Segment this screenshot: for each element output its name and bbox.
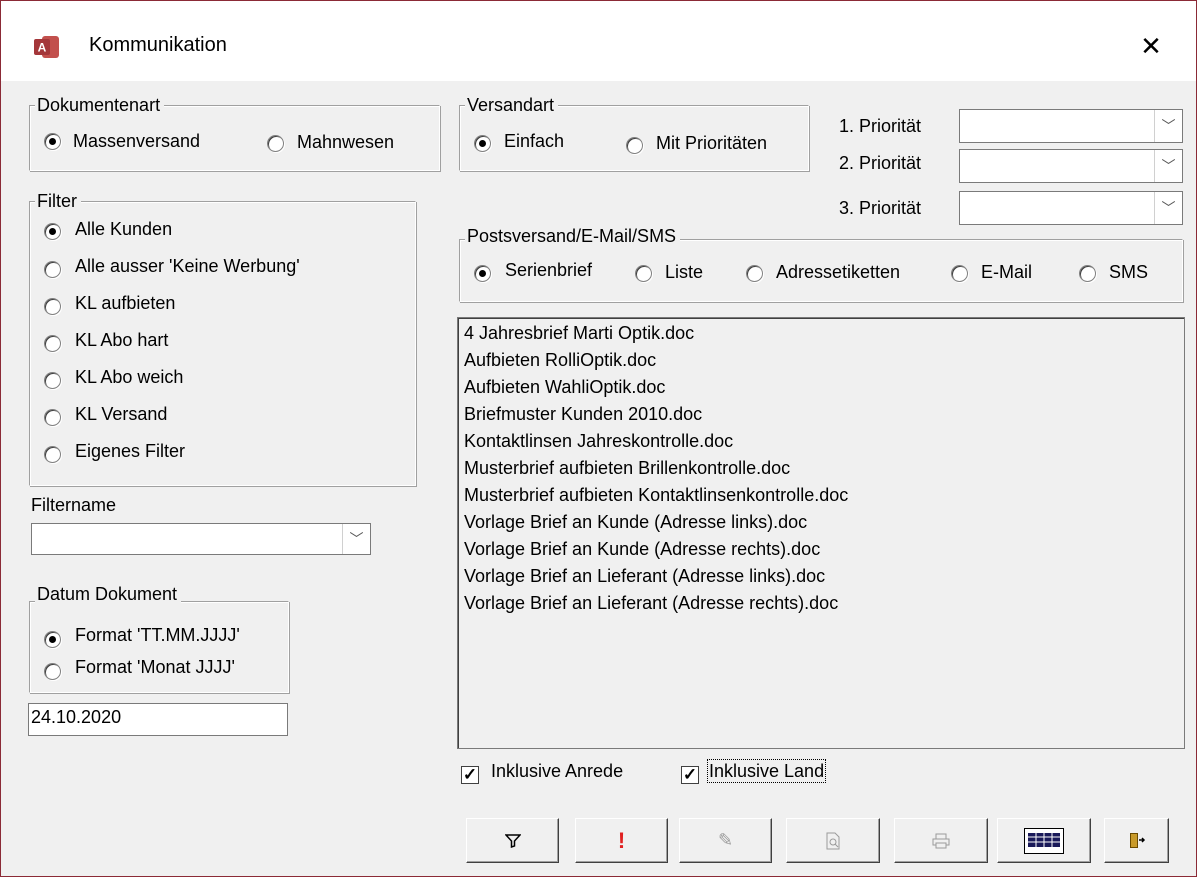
printer-icon: [932, 833, 950, 848]
checkbox-inklusive-land-label[interactable]: Inklusive Land: [706, 759, 827, 783]
radio-sms-label[interactable]: SMS: [1109, 262, 1148, 282]
prioritaet-1-label: 1. Priorität: [839, 116, 922, 136]
radio-kl-abo-hart-label[interactable]: KL Abo hart: [75, 330, 168, 350]
checkbox-inklusive-anrede[interactable]: ✓: [461, 766, 479, 784]
list-item[interactable]: Aufbieten RolliOptik.doc: [464, 347, 1178, 374]
datum-legend: Datum Dokument: [35, 584, 182, 604]
radio-eigenes-filter-label[interactable]: Eigenes Filter: [75, 441, 185, 461]
radio-adressetiketten-label[interactable]: Adressetiketten: [776, 262, 900, 282]
run-button[interactable]: !: [575, 818, 668, 863]
radio-email[interactable]: [951, 265, 968, 282]
filter-legend: Filter: [35, 191, 81, 211]
list-item[interactable]: Kontaktlinsen Jahreskontrolle.doc: [464, 428, 1178, 455]
radio-massenversand[interactable]: [44, 133, 61, 150]
list-item[interactable]: Vorlage Brief an Lieferant (Adresse rech…: [464, 590, 1178, 617]
radio-liste[interactable]: [635, 265, 652, 282]
radio-kl-abo-weich[interactable]: [44, 372, 61, 389]
radio-kl-abo-hart[interactable]: [44, 335, 61, 352]
radio-alle-kunden[interactable]: [44, 223, 61, 240]
radio-alle-ausser-label[interactable]: Alle ausser 'Keine Werbung': [75, 256, 300, 276]
preview-icon: [826, 832, 840, 849]
document-list[interactable]: 4 Jahresbrief Marti Optik.doc Aufbieten …: [457, 317, 1185, 749]
filter-icon: [504, 833, 521, 848]
radio-kl-aufbieten[interactable]: [44, 298, 61, 315]
radio-kl-versand[interactable]: [44, 409, 61, 426]
prioritaet-3-combo[interactable]: ﹀: [959, 191, 1183, 225]
list-item[interactable]: Vorlage Brief an Lieferant (Adresse link…: [464, 563, 1178, 590]
radio-einfach-label[interactable]: Einfach: [504, 131, 564, 151]
filter-button[interactable]: [466, 818, 559, 863]
chevron-down-icon[interactable]: ﹀: [1154, 150, 1182, 182]
radio-mit-prioritaeten-label[interactable]: Mit Prioritäten: [656, 133, 767, 153]
radio-sms[interactable]: [1079, 265, 1096, 282]
dialog-window: A Kommunikation ✕ Dokumentenart Massenve…: [0, 0, 1197, 877]
exit-door-icon: [1129, 832, 1145, 848]
prioritaet-2-label: 2. Priorität: [839, 153, 922, 173]
radio-massenversand-label[interactable]: Massenversand: [73, 131, 200, 151]
radio-einfach[interactable]: [474, 135, 491, 152]
radio-mit-prioritaeten[interactable]: [626, 137, 643, 154]
radio-alle-kunden-label[interactable]: Alle Kunden: [75, 219, 172, 239]
radio-adressetiketten[interactable]: [746, 265, 763, 282]
table-button[interactable]: [997, 818, 1091, 863]
chevron-down-icon[interactable]: ﹀: [1154, 192, 1182, 224]
radio-eigenes-filter[interactable]: [44, 446, 61, 463]
access-app-icon: A: [34, 36, 59, 58]
radio-format-ttmmjjjj[interactable]: [44, 631, 61, 648]
print-button[interactable]: [894, 818, 988, 863]
list-item[interactable]: Musterbrief aufbieten Brillenkontrolle.d…: [464, 455, 1178, 482]
prioritaet-1-combo[interactable]: ﹀: [959, 109, 1183, 143]
filtername-combo[interactable]: ﹀: [31, 523, 371, 555]
radio-alle-ausser[interactable]: [44, 261, 61, 278]
svg-text:A: A: [38, 41, 47, 55]
radio-mahnwesen-label[interactable]: Mahnwesen: [297, 132, 394, 152]
list-item[interactable]: Vorlage Brief an Kunde (Adresse rechts).…: [464, 536, 1178, 563]
postversand-legend: Postsversand/E-Mail/SMS: [465, 226, 681, 246]
radio-format-ttmmjjjj-label[interactable]: Format 'TT.MM.JJJJ': [75, 625, 240, 645]
table-icon: [1024, 827, 1064, 854]
radio-serienbrief-label[interactable]: Serienbrief: [505, 260, 592, 280]
datum-input[interactable]: 24.10.2020: [28, 703, 288, 736]
list-item[interactable]: Musterbrief aufbieten Kontaktlinsenkontr…: [464, 482, 1178, 509]
edit-button[interactable]: ✎: [679, 818, 772, 863]
exclamation-icon: !: [617, 827, 626, 853]
chevron-down-icon[interactable]: ﹀: [342, 524, 370, 554]
prioritaet-2-combo[interactable]: ﹀: [959, 149, 1183, 183]
filtername-label: Filtername: [31, 495, 117, 515]
checkbox-inklusive-land[interactable]: ✓: [681, 766, 699, 784]
radio-format-monat-label[interactable]: Format 'Monat JJJJ': [75, 657, 235, 677]
datum-group: [29, 601, 289, 693]
prioritaet-3-label: 3. Priorität: [839, 198, 922, 218]
radio-email-label[interactable]: E-Mail: [981, 262, 1032, 282]
pencil-icon: ✎: [717, 830, 734, 850]
list-item[interactable]: 4 Jahresbrief Marti Optik.doc: [464, 320, 1178, 347]
radio-mahnwesen[interactable]: [267, 135, 284, 152]
title-bar: A Kommunikation ✕: [1, 1, 1196, 81]
exit-button[interactable]: [1104, 818, 1169, 863]
preview-button[interactable]: [786, 818, 880, 863]
versandart-legend: Versandart: [465, 95, 559, 115]
chevron-down-icon[interactable]: ﹀: [1154, 110, 1182, 142]
window-title: Kommunikation: [89, 34, 227, 56]
dokumentenart-legend: Dokumentenart: [35, 95, 165, 115]
radio-format-monat[interactable]: [44, 663, 61, 680]
radio-kl-abo-weich-label[interactable]: KL Abo weich: [75, 367, 183, 387]
close-icon[interactable]: ✕: [1136, 31, 1166, 61]
radio-kl-versand-label[interactable]: KL Versand: [75, 404, 167, 424]
list-item[interactable]: Briefmuster Kunden 2010.doc: [464, 401, 1178, 428]
radio-kl-aufbieten-label[interactable]: KL aufbieten: [75, 293, 175, 313]
list-item[interactable]: Vorlage Brief an Kunde (Adresse links).d…: [464, 509, 1178, 536]
list-item[interactable]: Aufbieten WahliOptik.doc: [464, 374, 1178, 401]
checkbox-inklusive-anrede-label[interactable]: Inklusive Anrede: [491, 761, 623, 781]
radio-serienbrief[interactable]: [474, 265, 491, 282]
radio-liste-label[interactable]: Liste: [665, 262, 703, 282]
